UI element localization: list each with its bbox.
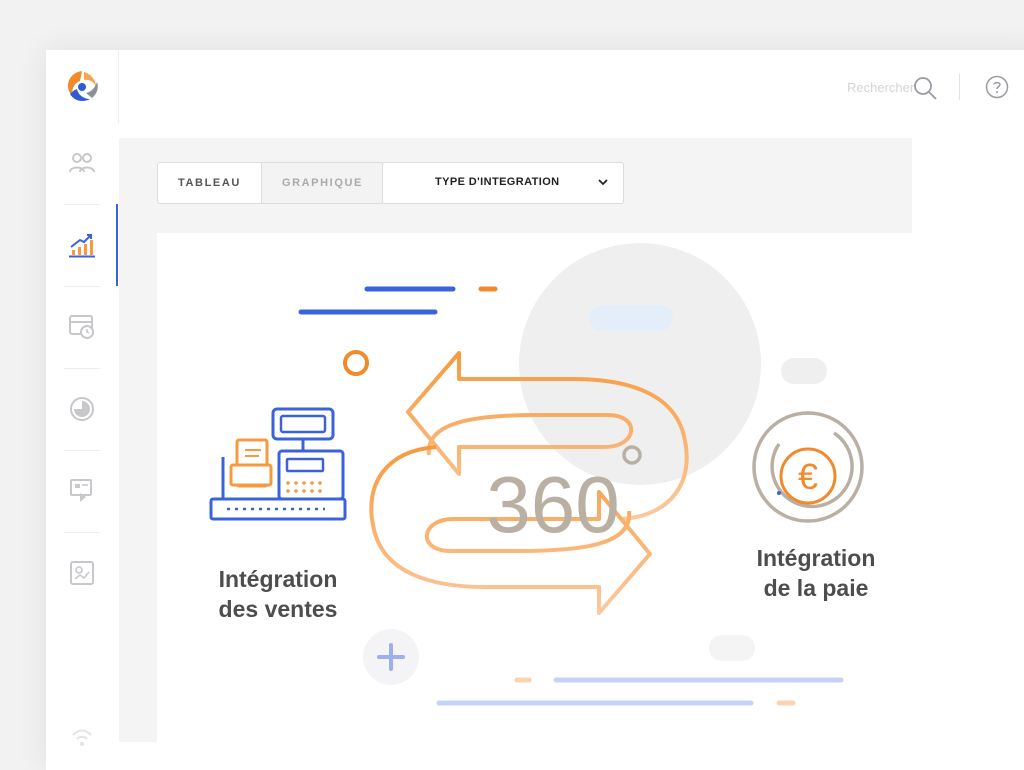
illustration-panel: 360 € Intégration des ventes Intégration… [157,233,912,742]
decor-circle [343,350,369,376]
euro-symbol: € [798,456,818,497]
report-icon [70,561,94,585]
sidebar-item-settings[interactable] [46,720,118,756]
logo-icon [68,71,98,102]
sidebar-item-report[interactable] [46,532,118,614]
chevron-down-icon [598,179,608,186]
cash-register-icon [209,407,347,521]
search-icon[interactable] [913,76,939,102]
integration-illustration: 360 € [209,243,864,706]
decor-pill [589,305,673,331]
tab-graphique[interactable]: GRAPHIQUE [260,163,383,203]
label-line: des ventes [218,596,338,622]
logo[interactable] [46,50,119,123]
users-icon [69,153,95,173]
center-number: 360 [486,460,619,549]
sales-integration-label: Intégration des ventes [191,564,365,624]
search-input[interactable]: Rechercher [847,80,914,95]
payroll-integration-label: Intégration de la paie [730,543,902,603]
sidebar-item-users[interactable] [46,122,118,204]
label-line: de la paie [763,575,869,601]
integration-type-select[interactable]: TYPE D'INTEGRATION [382,162,624,204]
topbar: Rechercher [119,50,1024,122]
active-indicator [116,204,118,286]
growth-chart-icon [69,234,95,258]
topbar-divider [959,74,960,100]
view-tabs: TABLEAU GRAPHIQUE [157,162,384,204]
decor-pill [709,635,755,661]
sidebar-item-growth[interactable] [46,204,118,286]
presentation-icon [70,479,92,502]
tab-tableau[interactable]: TABLEAU [158,163,261,203]
label-line: Intégration [218,566,338,592]
help-icon[interactable] [985,75,1009,99]
sidebar-item-schedule[interactable] [46,286,118,368]
sidebar [46,122,118,762]
wifi-icon [72,729,92,746]
calendar-clock-icon [69,315,94,339]
decor-pill [781,358,827,384]
sidebar-item-presentation[interactable] [46,450,118,532]
sidebar-item-stats[interactable] [46,368,118,450]
dropdown-label: TYPE D'INTEGRATION [435,176,560,188]
pie-chart-icon [70,397,94,421]
label-line: Intégration [756,545,876,571]
